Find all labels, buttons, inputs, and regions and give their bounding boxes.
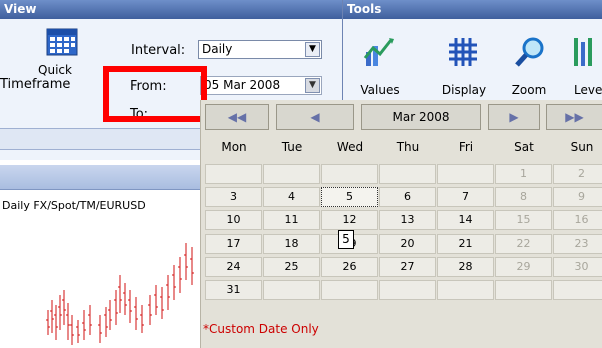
from-date-field[interactable]: 05 Mar 2008 ▼ — [200, 76, 322, 95]
weekday-label: Sat — [514, 140, 534, 154]
from-date-value: 05 Mar 2008 — [204, 78, 281, 92]
date-picker-popup: ◀◀ ◀ Mar 2008 ▶ ▶▶ Mon Tue Wed Thu Fri Sat Sun… — [200, 100, 602, 348]
calendar-day-cell[interactable]: 6 — [379, 187, 436, 207]
calendar-day-cell[interactable]: 17 — [205, 234, 262, 254]
quick-timeframe-label-1: Quick — [38, 63, 72, 77]
weekday-label: Thu — [396, 140, 420, 154]
chevron-down-icon[interactable]: ▼ — [305, 78, 320, 93]
weekday-label: Sun — [570, 140, 594, 154]
calendar-day-cell[interactable]: 2 — [553, 164, 602, 184]
calendar-day-cell[interactable]: 28 — [437, 257, 494, 277]
calendar-day-cell[interactable]: 9 — [553, 187, 602, 207]
magnifier-icon — [515, 37, 544, 67]
calendar-day-cell[interactable]: 14 — [437, 210, 494, 230]
price-chart — [46, 243, 194, 345]
calendar-empty-cell — [379, 164, 436, 184]
calendar-day-cell[interactable]: 13 — [379, 210, 436, 230]
chart-toolbar-strip — [0, 165, 200, 190]
calendar-empty-cell — [437, 164, 494, 184]
calendar-day-cell[interactable]: 27 — [379, 257, 436, 277]
calendar-day-cell[interactable]: 15 — [495, 210, 552, 230]
weekday-label: Mon — [221, 140, 247, 154]
chart-values-icon — [363, 38, 394, 66]
calendar-day-cell[interactable]: 30 — [553, 257, 602, 277]
calendar-day-cell[interactable]: 21 — [437, 234, 494, 254]
calendar-grid-icon — [46, 28, 78, 56]
calendar-day-cell[interactable]: 12 — [321, 210, 378, 230]
calendar-day-cell[interactable]: 20 — [379, 234, 436, 254]
weekday-label: Tue — [281, 140, 303, 154]
next-year-button[interactable]: ▶▶ — [546, 104, 602, 130]
calendar-day-cell[interactable]: 31 — [205, 280, 262, 300]
interval-value: Daily — [202, 42, 233, 56]
calendar-day-cell[interactable]: 7 — [437, 187, 494, 207]
quick-timeframe-label-2: Timeframe — [0, 77, 71, 92]
interval-select[interactable]: Daily ▼ — [198, 40, 322, 59]
display-button[interactable]: Display — [437, 28, 491, 98]
levels-icon — [574, 38, 592, 66]
calendar-empty-cell — [263, 280, 320, 300]
day-tooltip: 5 — [338, 230, 354, 249]
calendar-day-cell[interactable]: 11 — [263, 210, 320, 230]
values-label: Values — [360, 83, 400, 97]
view-header: View — [0, 0, 342, 19]
month-year-text: Mar 2008 — [392, 110, 450, 124]
calendar-day-cell[interactable]: 23 — [553, 234, 602, 254]
next-month-button[interactable]: ▶ — [488, 104, 540, 130]
levels-label: Leve — [574, 83, 602, 97]
prev-year-button[interactable]: ◀◀ — [205, 104, 269, 130]
zoom-button[interactable]: Zoom — [506, 28, 552, 98]
calendar-empty-cell — [321, 280, 378, 300]
calendar-day-cell[interactable]: 3 — [205, 187, 262, 207]
double-left-arrow-icon: ◀◀ — [227, 110, 247, 124]
left-arrow-icon: ◀ — [310, 110, 320, 124]
calendar-day-cell[interactable]: 18 — [263, 234, 320, 254]
double-right-arrow-icon: ▶▶ — [565, 110, 584, 124]
day-tooltip-text: 5 — [342, 232, 350, 246]
calendar-day-cell[interactable]: 16 — [553, 210, 602, 230]
calendar-empty-cell — [205, 164, 262, 184]
interval-label: Interval: — [131, 43, 186, 58]
grid-display-icon — [449, 38, 477, 66]
calendar-day-cell[interactable]: 22 — [495, 234, 552, 254]
zoom-label: Zoom — [511, 83, 547, 97]
calendar-empty-cell — [437, 280, 494, 300]
calendar-empty-cell — [321, 164, 378, 184]
calendar-day-cell[interactable]: 5 — [321, 187, 378, 207]
calendar-empty-cell — [263, 164, 320, 184]
month-year-label[interactable]: Mar 2008 — [361, 104, 481, 130]
chevron-down-icon[interactable]: ▼ — [305, 42, 320, 57]
weekday-label: Fri — [458, 140, 474, 154]
calendar-day-cell[interactable]: 25 — [263, 257, 320, 277]
custom-date-note: *Custom Date Only — [203, 322, 319, 336]
quick-timeframe-button[interactable]: Quick — [30, 26, 90, 122]
calendar-day-cell[interactable]: 24 — [205, 257, 262, 277]
calendar-day-cell[interactable]: 10 — [205, 210, 262, 230]
calendar-day-cell[interactable]: 4 — [263, 187, 320, 207]
prev-month-button[interactable]: ◀ — [276, 104, 354, 130]
display-label: Display — [441, 83, 487, 97]
weekday-label: Wed — [336, 140, 364, 154]
calendar-day-cell[interactable]: 1 — [495, 164, 552, 184]
values-button[interactable]: Values — [356, 28, 406, 98]
calendar-empty-cell — [379, 280, 436, 300]
calendar-day-cell[interactable]: 29 — [495, 257, 552, 277]
calendar-day-cell[interactable]: 26 — [321, 257, 378, 277]
tools-header: Tools — [343, 0, 602, 19]
calendar-day-cell[interactable]: 8 — [495, 187, 552, 207]
calendar-empty-cell — [495, 280, 552, 300]
right-arrow-icon: ▶ — [509, 110, 519, 124]
highlight-box — [103, 66, 207, 122]
calendar-empty-cell — [553, 280, 602, 300]
chart-title: Daily FX/Spot/TM/EURUSD — [2, 199, 146, 212]
view-divider-strip — [0, 128, 200, 150]
levels-button[interactable]: Leve — [568, 28, 602, 98]
